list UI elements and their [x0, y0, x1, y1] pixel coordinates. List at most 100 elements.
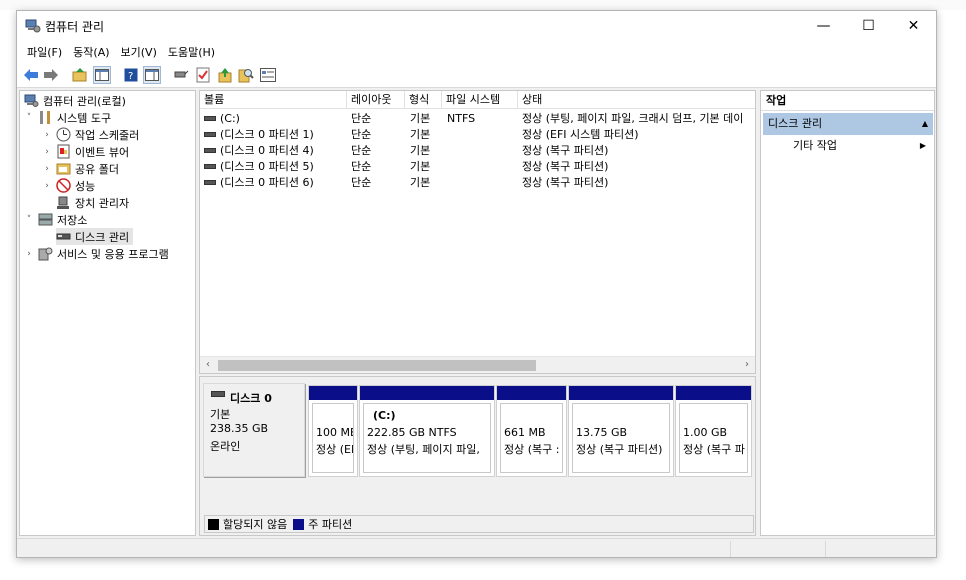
legend: 할당되지 않음 주 파티션 [204, 515, 754, 533]
back-arrow-icon[interactable] [22, 66, 40, 84]
tree-item-storage[interactable]: ˅ 저장소 [24, 211, 87, 228]
services-icon [38, 246, 53, 261]
chevron-right-icon[interactable]: › [24, 249, 34, 259]
column-header-filesystem[interactable]: 파일 시스템 [442, 91, 518, 109]
status-cell: 정상 (복구 파티션) [522, 176, 609, 189]
console-view-icon[interactable] [143, 66, 161, 84]
tree-item-disk-management[interactable]: 디스크 관리 [56, 228, 134, 245]
menu-bar: 파일(F) 동작(A) 보기(V) 도움말(H) [17, 41, 936, 62]
tree-label: 저장소 [57, 213, 88, 227]
window-title: 컴퓨터 관리 [45, 20, 105, 34]
clock-icon [56, 127, 71, 142]
chevron-right-icon[interactable]: › [42, 130, 52, 140]
type-cell: 기본 [410, 160, 431, 173]
scroll-left-icon[interactable]: ‹ [200, 357, 216, 373]
drive-icon [204, 131, 216, 137]
table-row[interactable]: (C:) 단순 기본 NTFS 정상 (부팅, 페이지 파일, 크래시 덤프, … [200, 111, 755, 127]
volume-cell: (디스크 0 파티션 6) [204, 175, 344, 191]
partition-block[interactable]: (C:) 222.85 GB NTFS 정상 (부팅, 페이지 파일, [359, 385, 495, 477]
volume-name: (디스크 0 파티션 4) [220, 144, 314, 157]
tree-item-shared-folders[interactable]: › 공유 폴더 [42, 160, 119, 177]
close-button[interactable]: ✕ [891, 11, 936, 41]
tree-item-system-tools[interactable]: ˅ 시스템 도구 [24, 109, 111, 126]
help-icon[interactable]: ? [122, 66, 140, 84]
collapse-up-icon[interactable]: ▲ [922, 113, 928, 135]
tree-item-task-scheduler[interactable]: › 작업 스케줄러 [42, 126, 139, 143]
menu-help[interactable]: 도움말(H) [164, 44, 219, 60]
partition-block[interactable]: 100 ME 정상 (EI [308, 385, 358, 477]
up-folder-icon[interactable] [71, 66, 89, 84]
chevron-right-icon[interactable]: › [42, 164, 52, 174]
menu-file[interactable]: 파일(F) [23, 44, 66, 60]
column-header-type[interactable]: 형식 [405, 91, 442, 109]
checklist-icon[interactable] [194, 66, 212, 84]
status-cell: 정상 (복구 파티션) [522, 160, 609, 173]
volume-name: (디스크 0 파티션 5) [220, 160, 314, 173]
connect-icon[interactable] [172, 66, 190, 84]
drive-icon [204, 115, 216, 121]
partition-bar [497, 386, 566, 400]
column-header-volume[interactable]: 볼륨 [200, 91, 347, 109]
table-row[interactable]: (디스크 0 파티션 4) 단순 기본 정상 (복구 파티션) [200, 143, 755, 159]
partition-block[interactable]: 13.75 GB 정상 (복구 파티션) [568, 385, 674, 477]
scroll-right-icon[interactable]: › [739, 357, 755, 373]
partition-inner: 1.00 GB 정상 (복구 파 [679, 403, 748, 473]
volume-cell: (디스크 0 파티션 4) [204, 143, 344, 159]
search-icon[interactable] [237, 66, 255, 84]
column-header-layout[interactable]: 레이아웃 [347, 91, 405, 109]
disk-management-icon [56, 229, 71, 244]
menu-action[interactable]: 동작(A) [69, 44, 113, 60]
status-cell: 정상 (복구 파티션) [522, 144, 609, 157]
partition-size: 1.00 GB [683, 426, 728, 439]
tree-label: 디스크 관리 [75, 230, 130, 244]
disk-0-label[interactable]: 디스크 0 기본 238.35 GB 온라인 [203, 383, 305, 477]
partition-inner: 100 ME 정상 (EI [312, 403, 354, 473]
chevron-down-icon[interactable]: ˅ [24, 113, 34, 123]
table-row[interactable]: (디스크 0 파티션 1) 단순 기본 정상 (EFI 시스템 파티션) [200, 127, 755, 143]
tree-item-services-apps[interactable]: › 서비스 및 응용 프로그램 [24, 245, 169, 262]
actions-section-disk-management[interactable]: 디스크 관리 ▲ [763, 113, 933, 135]
menu-view[interactable]: 보기(V) [117, 44, 161, 60]
export-icon[interactable] [216, 66, 234, 84]
maximize-button[interactable]: ☐ [846, 11, 891, 41]
column-header-status[interactable]: 상태 [518, 91, 755, 109]
chevron-right-icon[interactable]: › [42, 147, 52, 157]
legend-primary: 주 파티션 [308, 518, 353, 531]
storage-icon [38, 212, 53, 227]
table-row[interactable]: (디스크 0 파티션 6) 단순 기본 정상 (복구 파티션) [200, 175, 755, 191]
volume-cell: (디스크 0 파티션 1) [204, 127, 344, 143]
scrollbar-thumb[interactable] [218, 360, 536, 371]
tree-item-root[interactable]: 컴퓨터 관리(로컬) [24, 92, 126, 109]
chevron-right-icon[interactable]: › [42, 181, 52, 191]
tools-icon [38, 110, 53, 125]
tree-item-event-viewer[interactable]: › 이벤트 뷰어 [42, 143, 129, 160]
drive-icon [204, 163, 216, 169]
primary-partition-swatch [293, 518, 305, 530]
chevron-down-icon[interactable]: ˅ [24, 215, 34, 225]
type-cell: 기본 [410, 128, 431, 141]
tree-item-device-manager[interactable]: 장치 관리자 [56, 194, 129, 211]
tree-label: 컴퓨터 관리(로컬) [43, 94, 126, 108]
layout-cell: 단순 [351, 176, 372, 189]
table-row[interactable]: (디스크 0 파티션 5) 단순 기본 정상 (복구 파티션) [200, 159, 755, 175]
properties-icon[interactable] [259, 66, 277, 84]
tree-label: 서비스 및 응용 프로그램 [57, 247, 169, 261]
layout-cell: 단순 [351, 112, 372, 125]
device-manager-icon [56, 195, 71, 210]
disk-name: 디스크 0 [230, 392, 272, 405]
partition-size: 100 ME [316, 426, 354, 439]
maximize-icon: ☐ [862, 18, 875, 34]
forward-arrow-icon[interactable] [42, 66, 60, 84]
tree-item-performance[interactable]: › 성능 [42, 177, 95, 194]
partition-size: 661 MB [504, 426, 546, 439]
volume-name: (C:) [220, 112, 240, 125]
show-hide-tree-icon[interactable] [93, 66, 111, 84]
navigation-tree: 컴퓨터 관리(로컬) ˅ 시스템 도구 › 작업 스케줄러 › 이벤트 뷰어 › [19, 90, 196, 536]
background-window-strip [0, 0, 966, 10]
partition-block[interactable]: 1.00 GB 정상 (복구 파 [675, 385, 752, 477]
more-actions-item[interactable]: 기타 작업 [793, 137, 837, 155]
minimize-button[interactable]: — [801, 11, 846, 41]
partition-block[interactable]: 661 MB 정상 (복구 : [496, 385, 567, 477]
partition-bar [360, 386, 494, 400]
horizontal-scrollbar[interactable]: ‹ › [200, 356, 755, 373]
